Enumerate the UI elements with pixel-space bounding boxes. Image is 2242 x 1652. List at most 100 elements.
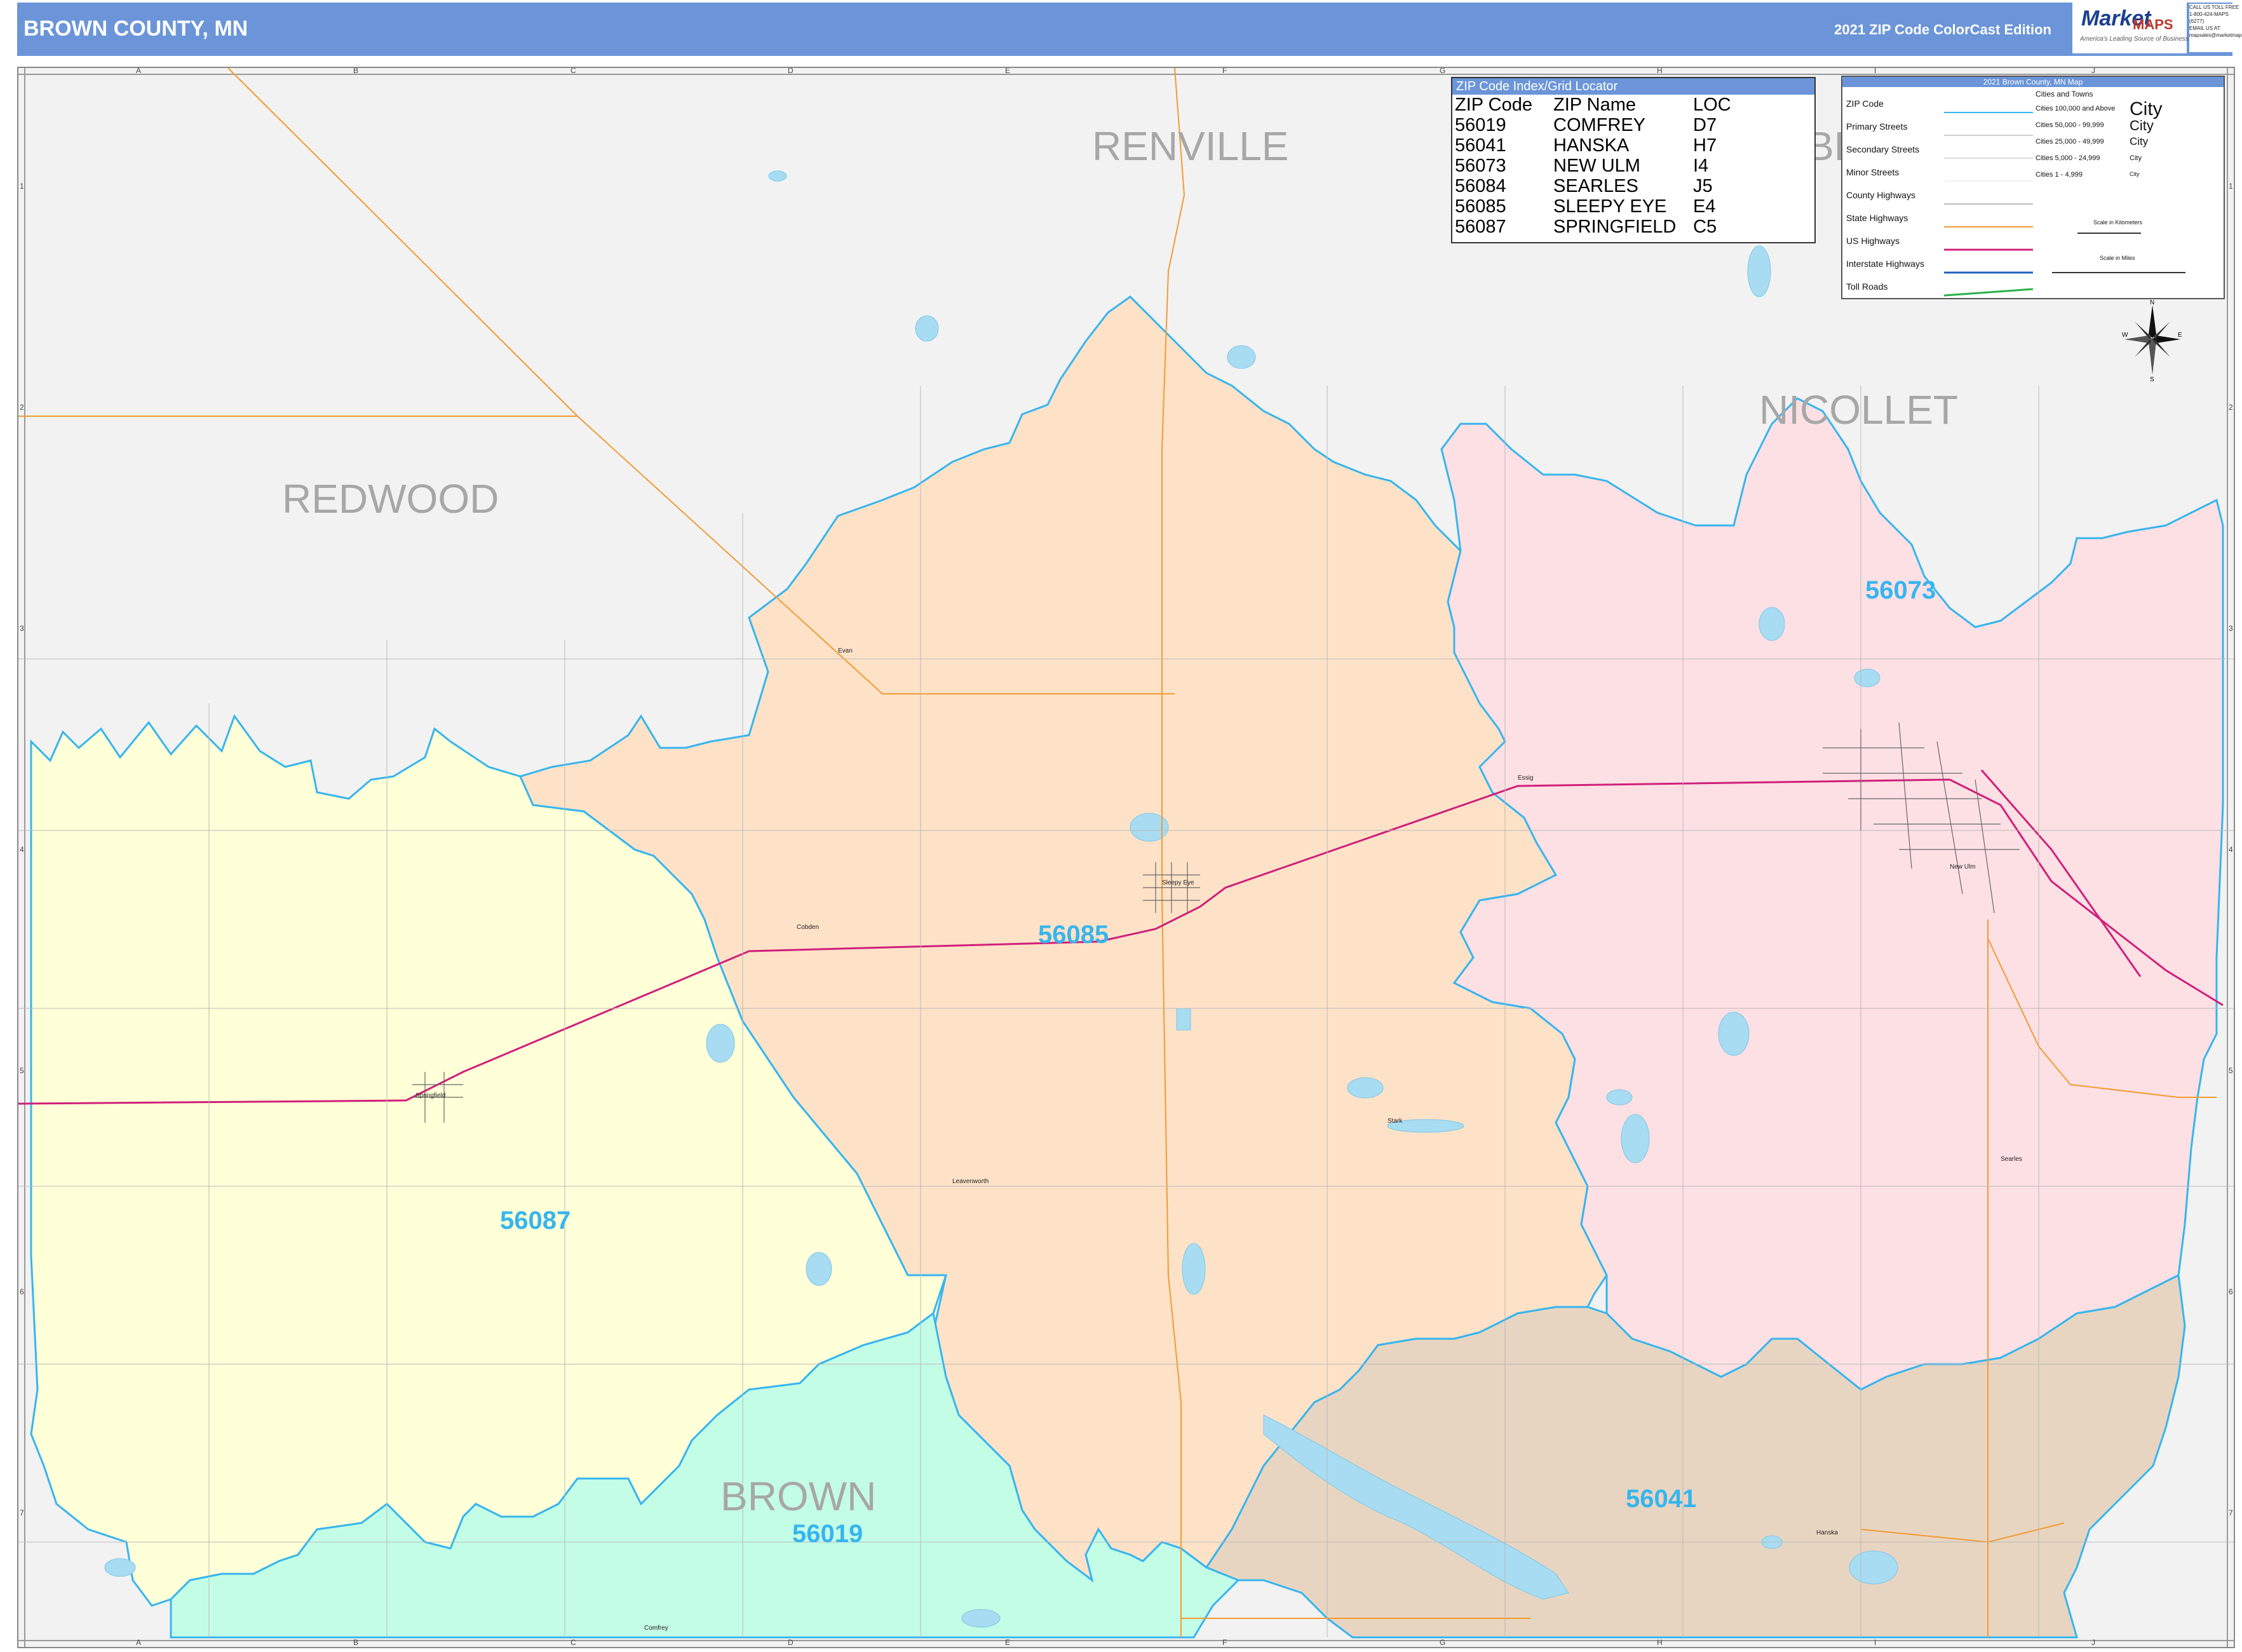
grid-row-label: 2 (20, 403, 24, 412)
legend-scale-km: Scale in Kilometers (2093, 219, 2143, 226)
county-label: NICOLLET (1759, 387, 1958, 433)
legend-item: Toll Roads (1846, 281, 1888, 292)
town-label: Evan (838, 647, 853, 654)
legend-item: County Highways (1846, 190, 1915, 200)
grid-row-label: 2 (2229, 403, 2233, 412)
zip-cell: 56087 (1455, 217, 1506, 237)
table-row[interactable]: 56085 SLEEPY EYE E4 (1455, 196, 1744, 217)
town-label: Hanska (1816, 1529, 1838, 1536)
grid-column-label: H (1657, 1638, 1663, 1647)
column-header: ZIP Name (1553, 95, 1637, 115)
grid-column-label: D (788, 68, 793, 75)
compass-n: N (2150, 299, 2154, 306)
table-row[interactable]: 56084 SEARLES J5 (1455, 176, 1744, 196)
grid-row-label: 6 (20, 1287, 24, 1296)
county-label: BROWN (720, 1473, 876, 1519)
loc-cell: D7 (1693, 115, 1717, 135)
edition-label: 2021 ZIP Code ColorCast Edition (1834, 22, 2051, 37)
zip-label-56087[interactable]: 56087 (500, 1207, 571, 1235)
zip-cell: 56084 (1455, 176, 1506, 196)
grid-column-label: B (353, 1638, 358, 1647)
grid-row-label: 4 (20, 845, 24, 854)
legend-item: Secondary Streets (1846, 144, 1920, 154)
legend-city-class: Cities 50,000 - 99,999 (2036, 121, 2104, 129)
town-label: Essig (1518, 775, 1533, 782)
zip-cell: 56073 (1455, 156, 1506, 176)
zip-label-56073[interactable]: 56073 (1865, 576, 1936, 604)
column-header: LOC (1693, 95, 1731, 115)
loc-cell: J5 (1693, 176, 1713, 196)
table-row[interactable]: 56087 SPRINGFIELD C5 (1455, 217, 1744, 237)
zip-map: A A B B C C D D E E F F G G H H I I J J 1 1 2 2 3 3 4 4 5 5 6 6 7 7 (18, 68, 2234, 1647)
zip-label-56019[interactable]: 56019 (792, 1520, 863, 1548)
map-legend: 2021 Brown County, MN Map ZIP Code Prima… (1841, 76, 2225, 299)
legend-heading: 2021 Brown County, MN Map (1842, 77, 2224, 87)
town-label: New Ulm (1950, 863, 1976, 870)
grid-column-label: G (1440, 1638, 1445, 1647)
zip-index-grid: ZIP Code ZIP Name LOC 56019 COMFREY D7 560… (1455, 95, 1744, 237)
legend-item: Primary Streets (1846, 121, 1908, 132)
table-row[interactable]: 56019 COMFREY D7 (1455, 115, 1744, 135)
table-row[interactable]: 56041 HANSKA H7 (1455, 135, 1744, 156)
contact-line: 1-800-424-MAPS (6277) (2189, 11, 2229, 24)
town-label: Stark (1388, 1118, 1403, 1125)
name-cell: COMFREY (1553, 115, 1645, 135)
legend-city-symbol: City (2130, 118, 2154, 133)
compass-rose-icon: N S W E (2122, 299, 2183, 383)
name-cell: SEARLES (1553, 176, 1638, 196)
name-cell: SLEEPY EYE (1553, 196, 1667, 217)
grid-column-label: E (1005, 1638, 1010, 1647)
legend-item: Interstate Highways (1846, 259, 1924, 269)
map-title: BROWN COUNTY, MN (24, 17, 248, 41)
zip-label-56041[interactable]: 56041 (1626, 1485, 1696, 1513)
grid-column-label: I (1874, 1638, 1876, 1647)
grid-row-label: 3 (20, 624, 24, 633)
grid-column-label: H (1657, 68, 1663, 75)
grid-column-label: F (1222, 1638, 1227, 1647)
grid-column-label: E (1005, 68, 1010, 75)
brand-word-maps: MAPS (2133, 17, 2173, 32)
name-cell: NEW ULM (1553, 156, 1640, 176)
brand-contact: CALL US TOLL FREE 1-800-424-MAPS (6277) … (2189, 4, 2242, 52)
compass-e: E (2178, 332, 2182, 339)
grid-column-label: B (353, 68, 358, 75)
grid-row-label: 6 (2229, 1287, 2233, 1296)
town-label: Leavenworth (952, 1178, 989, 1185)
grid-column-label: I (1874, 68, 1876, 75)
grid-row-label: 1 (2229, 182, 2233, 191)
header-bar: BROWN COUNTY, MN 2021 ZIP Code ColorCast… (17, 3, 2232, 56)
legend-item: US Highways (1846, 236, 1900, 246)
contact-line: CALL US TOLL FREE (2189, 4, 2239, 10)
county-label: RENVILLE (1092, 123, 1288, 169)
legend-city-class: Cities 25,000 - 49,999 (2036, 138, 2104, 146)
name-cell: HANSKA (1553, 135, 1630, 156)
zip-index-heading: ZIP Code Index/Grid Locator (1452, 78, 1814, 95)
town-label: Searles (2001, 1156, 2022, 1163)
grid-column-label: J (2091, 68, 2095, 75)
town-label: Comfrey (644, 1625, 668, 1632)
grid-column-label: J (2091, 1638, 2095, 1647)
zip-label-56085[interactable]: 56085 (1038, 921, 1109, 949)
town-label: Springfield (415, 1092, 445, 1099)
grid-row-label: 5 (20, 1066, 24, 1075)
grid-row-label: 5 (2229, 1066, 2233, 1075)
grid-column-label: G (1440, 68, 1445, 75)
zip-cell: 56041 (1455, 135, 1506, 156)
name-cell: SPRINGFIELD (1553, 217, 1677, 237)
column-header: ZIP Code (1455, 95, 1532, 115)
legend-city-symbol: City (2130, 171, 2140, 177)
grid-column-label: D (788, 1638, 793, 1647)
table-row[interactable]: 56073 NEW ULM I4 (1455, 156, 1744, 176)
grid-column-label: A (136, 1638, 141, 1647)
compass-w: W (2122, 332, 2128, 339)
compass-s: S (2150, 376, 2154, 381)
grid-column-label: F (1222, 68, 1227, 75)
contact-line: EMAIL US AT: (2189, 25, 2221, 31)
zip-index-table: ZIP Code Index/Grid Locator ZIP Code ZIP… (1451, 77, 1816, 243)
table-header-row: ZIP Code ZIP Name LOC (1455, 95, 1744, 115)
zip-cell: 56085 (1455, 196, 1506, 217)
legend-item: Minor Streets (1846, 167, 1900, 177)
brand-tagline: America's Leading Source of Business Map… (2080, 36, 2206, 43)
legend-city-symbol: City (2130, 98, 2163, 119)
grid-row-label: 7 (2229, 1508, 2233, 1517)
